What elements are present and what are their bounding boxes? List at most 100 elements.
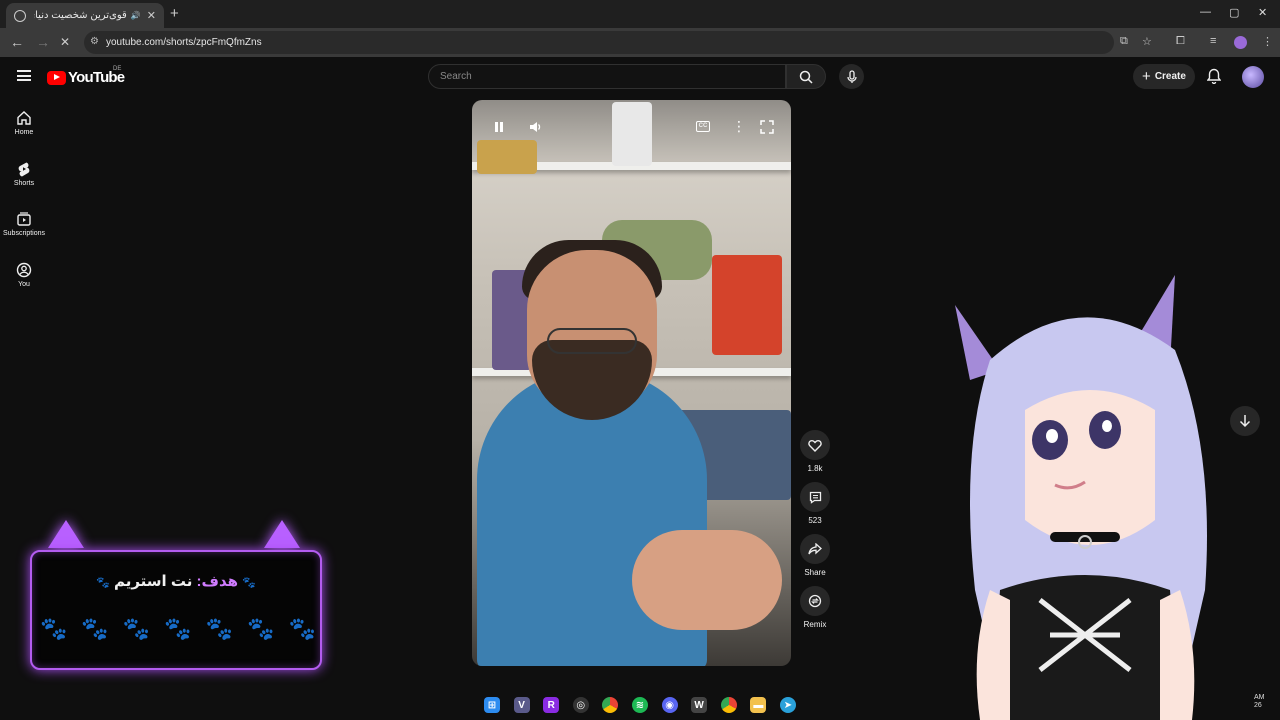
paw-empty-icon: 🐾 <box>164 616 192 641</box>
fullscreen-icon[interactable] <box>760 120 774 134</box>
goal-box-ear-right <box>264 520 300 548</box>
sidebar-label: Shorts <box>13 180 35 187</box>
chrome-icon[interactable] <box>602 697 619 713</box>
remix-icon <box>808 594 822 608</box>
browser-tab-strip: قوی‌ترین شخصیت دنیای انیمه 🔊 ✕ + — ▢ ✕ <box>0 0 1280 28</box>
video-more-icon[interactable]: ⋮ <box>732 118 746 135</box>
extensions-icon[interactable]: ⧠ <box>1176 35 1185 48</box>
install-app-icon[interactable]: ⧉ <box>1120 35 1128 48</box>
sidebar-item-home[interactable]: Home <box>0 110 48 136</box>
address-bar[interactable]: ⚙ youtube.com/shorts/zpcFmQfmZns <box>84 31 1114 54</box>
system-clock[interactable]: AM 26 <box>1254 694 1265 710</box>
microphone-icon <box>846 69 857 83</box>
back-arrow-icon[interactable]: ← <box>10 34 24 50</box>
share-button[interactable]: Share <box>800 534 830 577</box>
app-r-icon[interactable]: R <box>543 697 560 713</box>
browser-menu-icon[interactable]: ⋮ <box>1262 35 1273 48</box>
file-explorer-icon[interactable]: ▬ <box>750 697 767 713</box>
account-avatar[interactable] <box>1242 66 1264 88</box>
vscode-icon[interactable]: V <box>513 697 530 713</box>
create-label: Create <box>1154 71 1186 82</box>
subscriptions-icon <box>17 212 31 226</box>
obs-icon[interactable]: ◎ <box>572 697 589 713</box>
like-count: 1.8k <box>807 464 823 473</box>
share-icon <box>808 543 822 555</box>
os-taskbar: ⊞ V R ◎ ≋ ◉ W ▬ ➤ <box>470 690 810 720</box>
new-tab-button[interactable]: + <box>170 5 179 22</box>
home-icon <box>17 111 31 125</box>
tab-title: قوی‌ترین شخصیت دنیای انیمه <box>34 10 127 21</box>
tab-close-icon[interactable]: ✕ <box>147 9 156 22</box>
video-scene-mask <box>477 140 537 174</box>
tab-audio-icon[interactable]: 🔊 <box>131 11 141 20</box>
pause-icon[interactable] <box>492 120 506 134</box>
chrome-alt-icon[interactable] <box>720 697 737 713</box>
like-button[interactable]: 1.8k <box>800 430 830 473</box>
video-scene-poster <box>712 255 782 355</box>
search-button[interactable] <box>786 64 826 89</box>
paw-icon: 🐾 <box>242 577 256 589</box>
paw-empty-icon: 🐾 <box>205 616 234 641</box>
stop-loading-icon[interactable]: ✕ <box>60 35 70 49</box>
goal-prefix: هدف: <box>196 573 239 590</box>
region-code: DE <box>113 66 122 72</box>
comments-button[interactable]: 523 <box>800 482 830 525</box>
discord-icon[interactable]: ◉ <box>661 697 678 713</box>
telegram-icon[interactable]: ➤ <box>779 697 796 713</box>
tab-search-icon[interactable]: ≡ <box>1210 35 1216 47</box>
youtube-header: YouTube DE Search + Create <box>0 57 1280 97</box>
create-button[interactable]: + Create <box>1133 64 1195 89</box>
tab-favicon-icon <box>14 9 26 22</box>
profile-avatar-icon[interactable] <box>1234 36 1247 49</box>
shorts-video-player[interactable] <box>472 100 791 666</box>
captions-button[interactable]: CC <box>696 121 710 132</box>
search-icon <box>799 70 813 84</box>
bookmark-star-icon[interactable]: ☆ <box>1142 35 1152 48</box>
browser-tab[interactable]: قوی‌ترین شخصیت دنیای انیمه 🔊 ✕ <box>6 3 164 28</box>
comment-icon <box>809 491 821 504</box>
youtube-logo[interactable]: YouTube DE <box>47 66 125 86</box>
goal-text: نت استریم <box>113 573 197 590</box>
goal-progress-paws: 🐾 🐾 🐾 🐾 🐾 🐾 🐾 <box>40 618 316 640</box>
paw-filled-icon: 🐾 <box>40 616 68 641</box>
paw-filled-icon: 🐾 <box>81 616 109 641</box>
sidebar-item-you[interactable]: You <box>0 262 48 288</box>
goal-title: 🐾 هدف: نت استریم 🐾 <box>32 572 320 590</box>
sidebar-label: You <box>18 281 30 288</box>
vtuber-avatar-image <box>955 275 1207 720</box>
spotify-icon[interactable]: ≋ <box>631 697 648 713</box>
app-w-icon[interactable]: W <box>691 697 708 713</box>
minimize-button[interactable]: — <box>1200 6 1211 18</box>
stream-goal-widget: 🐾 هدف: نت استریم 🐾 🐾 🐾 🐾 🐾 🐾 🐾 🐾 <box>30 550 322 670</box>
volume-icon[interactable] <box>528 120 542 134</box>
windows-start-icon[interactable]: ⊞ <box>484 697 500 713</box>
sidebar-item-subscriptions[interactable]: Subscriptions <box>0 211 48 237</box>
paw-empty-icon: 🐾 <box>288 616 316 641</box>
search-input[interactable]: Search <box>428 64 786 89</box>
sidebar-label: Subscriptions <box>2 230 46 237</box>
forward-arrow-icon[interactable]: → <box>36 34 50 50</box>
browser-toolbar: ← → ✕ ⚙ youtube.com/shorts/zpcFmQfmZns ⧉… <box>0 28 1280 57</box>
voice-search-button[interactable] <box>839 64 864 89</box>
paw-icon: 🐾 <box>96 577 110 589</box>
close-window-button[interactable]: ✕ <box>1258 6 1267 19</box>
clock-time: AM <box>1254 694 1265 701</box>
paw-empty-icon: 🐾 <box>247 616 275 641</box>
comment-count: 523 <box>808 516 822 525</box>
remix-button[interactable]: Remix <box>800 586 830 629</box>
video-scene-hand <box>632 530 782 630</box>
url-text: youtube.com/shorts/zpcFmQfmZns <box>106 37 262 48</box>
goal-box-ear-left <box>48 520 84 548</box>
heart-icon <box>808 439 822 452</box>
menu-hamburger-icon[interactable] <box>17 70 31 81</box>
maximize-button[interactable]: ▢ <box>1229 6 1239 19</box>
youtube-play-icon <box>47 70 66 85</box>
account-icon <box>16 262 32 278</box>
site-info-icon[interactable]: ⚙ <box>90 36 99 47</box>
share-label: Share <box>804 568 826 577</box>
shorts-icon <box>18 162 30 177</box>
notifications-bell-icon[interactable] <box>1207 68 1221 84</box>
remix-label: Remix <box>803 620 827 629</box>
sidebar-item-shorts[interactable]: Shorts <box>0 161 48 187</box>
sidebar-label: Home <box>14 129 34 136</box>
